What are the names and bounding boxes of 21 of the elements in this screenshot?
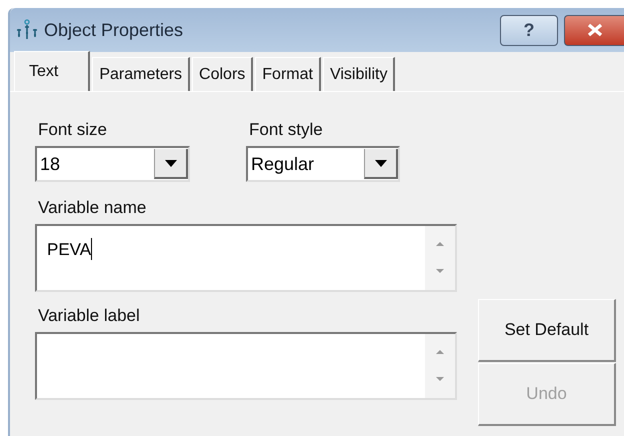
- font-size-dropdown[interactable]: 18: [35, 146, 190, 182]
- dropdown-arrow-icon: [374, 160, 386, 166]
- action-button[interactable]: Set Default: [478, 299, 616, 362]
- field-label: Font style: [248, 119, 324, 141]
- tab[interactable]: Text: [14, 51, 90, 91]
- variable-label-field[interactable]: [35, 332, 457, 400]
- help-button[interactable]: ?: [500, 14, 558, 46]
- dropdown-arrow-icon: [164, 160, 176, 166]
- font-style-dropdown[interactable]: Regular: [246, 146, 400, 182]
- close-button[interactable]: [564, 14, 624, 46]
- variable-name-field[interactable]: PEVA: [35, 224, 457, 292]
- tab[interactable]: Colors: [192, 57, 254, 91]
- field-label: Font size: [37, 119, 108, 141]
- window-title: Object Properties: [44, 20, 184, 40]
- figures-icon: [16, 19, 38, 41]
- field-label: Variable name: [37, 197, 148, 219]
- tab[interactable]: Parameters: [92, 57, 190, 91]
- field-label: Variable label: [37, 305, 141, 327]
- tab[interactable]: Visibility: [322, 57, 396, 91]
- tab[interactable]: Format: [255, 57, 321, 91]
- close-icon: [586, 23, 604, 37]
